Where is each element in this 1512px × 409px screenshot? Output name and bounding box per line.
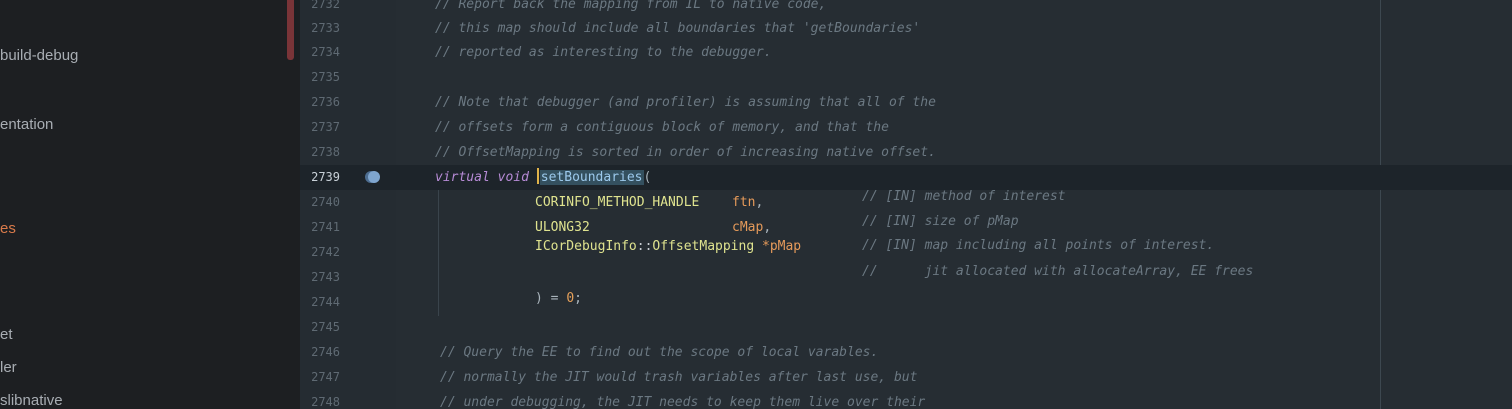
code-line: 2734 // reported as interesting to the d…	[300, 40, 1512, 65]
code-line: 2743 // jit allocated with allocateArray…	[300, 264, 1512, 290]
line-number: 2743	[311, 270, 340, 284]
sidebar-item-documentation[interactable]: entation	[0, 116, 53, 133]
punctuation: ;	[574, 291, 582, 306]
line-number: 2733	[311, 21, 340, 35]
code-line: 2737 // offsets form a contiguous block …	[300, 115, 1512, 140]
file-explorer-sidebar: build-debug entation es et ler slibnativ…	[0, 0, 300, 409]
code-comment: // [IN] map including all points of inte…	[862, 238, 1215, 253]
code-comment: // this map should include all boundarie…	[435, 21, 921, 36]
punctuation: ) =	[535, 291, 567, 306]
sidebar-item-et[interactable]: et	[0, 326, 13, 343]
code-comment: // OffsetMapping is sorted in order of i…	[435, 145, 936, 160]
sidebar-scrollbar[interactable]	[287, 0, 294, 60]
code-comment: // jit allocated with allocateArray, EE …	[862, 264, 1254, 279]
code-comment: // Report back the mapping from IL to na…	[435, 0, 827, 12]
code-line: 2738 // OffsetMapping is sorted in order…	[300, 140, 1512, 165]
code-comment: // normally the JIT would trash variable…	[440, 370, 918, 385]
line-number: 2740	[311, 195, 340, 209]
line-number: 2734	[311, 45, 340, 59]
code-comment: // [IN] method of interest	[862, 189, 1066, 204]
code-comment: // Note that debugger (and profiler) is …	[435, 95, 936, 110]
code-line: 2748 // under debugging, the JIT needs t…	[300, 390, 1512, 409]
param-type: CORINFO_METHOD_HANDLE	[535, 190, 699, 215]
sidebar-item-active[interactable]: es	[0, 220, 16, 237]
type-name: ICorDebugInfo	[535, 239, 637, 254]
sidebar-item-build-debug[interactable]: build-debug	[0, 47, 78, 64]
code-line: 2736 // Note that debugger (and profiler…	[300, 90, 1512, 115]
selected-function-name[interactable]: setBoundaries	[539, 170, 644, 185]
sidebar-item-ler[interactable]: ler	[0, 359, 17, 376]
pointer-operator: *	[761, 239, 770, 254]
code-text: ) = 0;	[535, 286, 582, 311]
keyword: virtual	[435, 170, 490, 185]
punctuation: ,	[755, 195, 764, 210]
code-line: 2732 // Report back the mapping from IL …	[300, 0, 1512, 17]
line-number: 2744	[311, 295, 340, 309]
code-text: virtual void setBoundaries(	[435, 165, 651, 190]
code-editor[interactable]: 2732 // Report back the mapping from IL …	[300, 0, 1512, 409]
code-comment: // Query the EE to find out the scope of…	[440, 345, 879, 360]
line-number: 2741	[311, 220, 340, 234]
line-number: 2738	[311, 145, 340, 159]
breakpoint-icon[interactable]	[368, 171, 380, 183]
code-line: 2733 // this map should include all boun…	[300, 16, 1512, 41]
parameter: cMap	[732, 220, 764, 235]
code-line: 2747 // normally the JIT would trash var…	[300, 365, 1512, 390]
scope-operator: ::	[636, 239, 653, 254]
line-number: 2737	[311, 120, 340, 134]
line-number: 2739	[311, 170, 340, 184]
punctuation: ,	[763, 220, 772, 235]
param-type: ICorDebugInfo::OffsetMapping *pMap	[535, 234, 801, 259]
code-line: 2744 ) = 0;	[300, 290, 1512, 315]
line-number: 2746	[311, 345, 340, 359]
parameter: ftn	[732, 195, 756, 210]
type-name: OffsetMapping	[652, 239, 755, 254]
code-line: 2735	[300, 65, 1512, 90]
line-number: 2748	[311, 395, 340, 409]
type-name: ULONG32	[535, 220, 590, 235]
code-line: 2745	[300, 315, 1512, 340]
punctuation: (	[643, 170, 652, 185]
line-number: 2745	[311, 320, 340, 334]
line-number: 2747	[311, 370, 340, 384]
code-comment: // [IN] size of pMap	[862, 214, 1019, 229]
text-cursor	[536, 168, 539, 184]
parameter: pMap	[769, 239, 802, 254]
code-line: 2746 // Query the EE to find out the sco…	[300, 340, 1512, 365]
type-name: CORINFO_METHOD_HANDLE	[535, 195, 700, 210]
line-number: 2735	[311, 70, 340, 84]
line-number: 2742	[311, 245, 340, 259]
keyword: void	[497, 170, 529, 185]
code-comment: // under debugging, the JIT needs to kee…	[440, 395, 926, 409]
line-number: 2732	[311, 0, 340, 11]
param-name: ftn,	[732, 190, 763, 215]
line-number: 2736	[311, 95, 340, 109]
code-comment: // reported as interesting to the debugg…	[435, 45, 772, 60]
number-literal: 0	[566, 291, 575, 306]
sidebar-item-slibnative[interactable]: slibnative	[0, 392, 63, 409]
code-comment: // offsets form a contiguous block of me…	[435, 120, 889, 135]
